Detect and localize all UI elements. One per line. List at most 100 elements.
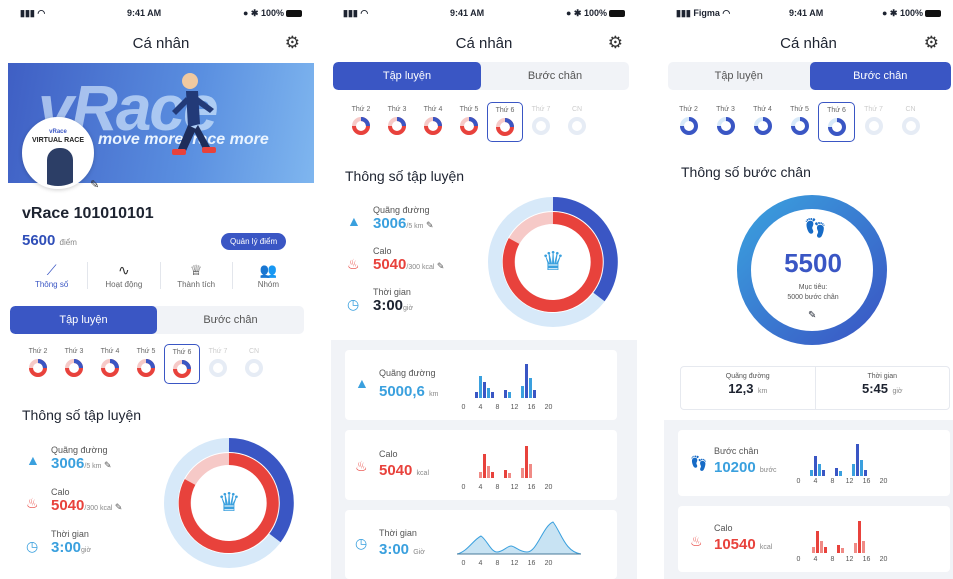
steps-goal-value: 5000 bước chân bbox=[787, 294, 839, 301]
stat-distance: Quãng đường 3006/5 km ✎ bbox=[373, 205, 434, 232]
edit-pencil-icon[interactable]: ✎ bbox=[104, 460, 112, 470]
steps-goal-label: Mục tiêu: bbox=[798, 284, 828, 291]
calo-histogram bbox=[479, 442, 533, 478]
day-mon[interactable]: Thứ 2 bbox=[343, 102, 379, 142]
calo-histogram bbox=[812, 517, 866, 553]
tab-training[interactable]: Tập luyện bbox=[10, 306, 157, 334]
nav-stats[interactable]: ⟋ Thông số bbox=[16, 262, 89, 289]
tab-training[interactable]: Tập luyện bbox=[333, 62, 481, 90]
calo-axis: 0 4 8 12 16 20 bbox=[796, 556, 888, 563]
card-calo-label: Calo bbox=[379, 449, 398, 459]
footprint-icon: 👣 bbox=[804, 218, 827, 238]
group-icon: 👥 bbox=[259, 262, 278, 278]
battery-status: ● ✱ 100% bbox=[566, 8, 625, 19]
phone-screen-profile: ▮▮▮ ◠ 9:41 AM ● ✱ 100% Cá nhân ⚙ vRace m… bbox=[8, 0, 314, 579]
tab-training[interactable]: Tập luyện bbox=[668, 62, 810, 90]
edit-pencil-icon[interactable]: ✎ bbox=[115, 502, 123, 512]
clock-icon: ◷ bbox=[355, 535, 368, 551]
day-sun[interactable]: CN bbox=[892, 102, 929, 142]
tab-steps[interactable]: Bước chân bbox=[809, 62, 951, 90]
card-calo-value: 5040 kcal bbox=[379, 462, 429, 479]
trophy-icon: ♛ bbox=[217, 488, 240, 518]
stat-calo: Calo 5040/300 kcal ✎ bbox=[373, 246, 445, 273]
card-calo-value: 10540 kcal bbox=[714, 536, 773, 553]
day-fri[interactable]: Thứ 6 bbox=[818, 102, 855, 142]
fire-icon: ♨ bbox=[347, 256, 360, 272]
calo-axis: 0 4 8 12 16 20 bbox=[461, 484, 553, 491]
stat-distance: Quãng đường 3006/5 km ✎ bbox=[51, 445, 112, 472]
edit-pencil-icon[interactable]: ✎ bbox=[437, 261, 445, 271]
edit-avatar-pencil-icon[interactable]: ✎ bbox=[90, 178, 99, 191]
day-mon[interactable]: Thứ 2 bbox=[20, 344, 56, 384]
day-mon[interactable]: Thứ 2 bbox=[670, 102, 707, 142]
day-sun[interactable]: CN bbox=[236, 344, 272, 384]
tab-steps[interactable]: Bước chân bbox=[481, 62, 629, 90]
nav-achievements[interactable]: ♕ Thành tích bbox=[161, 262, 233, 289]
footprint-icon: 👣 bbox=[690, 455, 708, 471]
battery-status: ● ✱ 100% bbox=[882, 8, 941, 19]
signal-wifi-icon: ▮▮▮ ◠ bbox=[343, 7, 369, 18]
nav-activity[interactable]: ∿ Hoạt động bbox=[88, 262, 161, 289]
section-title-steps: Thông số bước chân bbox=[681, 164, 811, 180]
signal-wifi-icon: ▮▮▮ ◠ bbox=[20, 7, 46, 18]
status-time: 9:41 AM bbox=[450, 8, 485, 18]
card-distance-label: Quãng đường bbox=[379, 368, 436, 378]
day-sat[interactable]: Thứ 7 bbox=[855, 102, 892, 142]
summary-distance: Quãng đường 12,3 km bbox=[681, 367, 816, 409]
runner-illustration bbox=[172, 73, 216, 155]
day-thu[interactable]: Thứ 5 bbox=[781, 102, 818, 142]
weekday-selector: Thứ 2 Thứ 3 Thứ 4 Thứ 5 Thứ 6 Thứ 7 CN bbox=[343, 102, 595, 142]
trophy-icon: ♕ bbox=[189, 262, 203, 278]
steps-histogram bbox=[810, 440, 868, 476]
day-tue[interactable]: Thứ 3 bbox=[56, 344, 92, 384]
nav-groups[interactable]: 👥 Nhóm bbox=[233, 262, 304, 289]
page-title: Cá nhân bbox=[455, 34, 513, 52]
status-bar: ▮▮▮ Figma ◠ 9:41 AM ● ✱ 100% bbox=[664, 0, 953, 26]
clock-icon: ◷ bbox=[347, 296, 360, 312]
day-sat[interactable]: Thứ 7 bbox=[200, 344, 236, 384]
day-wed[interactable]: Thứ 4 bbox=[92, 344, 128, 384]
training-progress-ring: ♛ bbox=[164, 438, 294, 568]
day-sun[interactable]: CN bbox=[559, 102, 595, 142]
card-distance-value: 5000,6 km bbox=[379, 383, 439, 400]
avatar[interactable]: vRace VIRTUAL RACE bbox=[22, 117, 94, 189]
card-calo-label: Calo bbox=[714, 523, 733, 533]
gear-icon[interactable]: ⚙ bbox=[608, 33, 623, 53]
points-value: 5600 điểm bbox=[22, 232, 77, 249]
fire-icon: ♨ bbox=[26, 495, 39, 511]
day-fri[interactable]: Thứ 6 bbox=[164, 344, 200, 384]
day-wed[interactable]: Thứ 4 bbox=[415, 102, 451, 142]
day-fri[interactable]: Thứ 6 bbox=[487, 102, 523, 142]
manage-points-button[interactable]: Quản lý điểm bbox=[221, 233, 287, 250]
user-name: vRace 101010101 bbox=[22, 205, 154, 222]
training-progress-ring: ♛ bbox=[488, 197, 618, 327]
tab-steps[interactable]: Bước chân bbox=[157, 306, 304, 334]
weekday-selector: Thứ 2 Thứ 3 Thứ 4 Thứ 5 Thứ 6 Thứ 7 CN bbox=[20, 344, 272, 384]
day-tue[interactable]: Thứ 3 bbox=[379, 102, 415, 142]
activity-icon: ∿ bbox=[118, 262, 130, 278]
section-title-training: Thông số tập luyện bbox=[345, 168, 465, 184]
status-time: 9:41 AM bbox=[127, 8, 162, 18]
status-bar: ▮▮▮ ◠ 9:41 AM ● ✱ 100% bbox=[8, 0, 314, 26]
day-thu[interactable]: Thứ 5 bbox=[128, 344, 164, 384]
status-time: 9:41 AM bbox=[789, 8, 824, 18]
gear-icon[interactable]: ⚙ bbox=[285, 33, 300, 53]
running-icon: ▲ bbox=[26, 452, 40, 468]
gear-icon[interactable]: ⚙ bbox=[924, 33, 939, 53]
day-wed[interactable]: Thứ 4 bbox=[744, 102, 781, 142]
section-title-training: Thông số tập luyện bbox=[22, 407, 142, 423]
tab-switch: Tập luyện Bước chân bbox=[333, 62, 629, 90]
stat-calo: Calo 5040/300 kcal ✎ bbox=[51, 487, 123, 514]
summary-time: Thời gian 5:45 giờ bbox=[861, 373, 903, 396]
steps-summary: Quãng đường 12,3 km Thời gian 5:45 giờ bbox=[680, 366, 950, 410]
day-sat[interactable]: Thứ 7 bbox=[523, 102, 559, 142]
trophy-icon: ♛ bbox=[541, 247, 564, 277]
day-thu[interactable]: Thứ 5 bbox=[451, 102, 487, 142]
weekday-selector: Thứ 2 Thứ 3 Thứ 4 Thứ 5 Thứ 6 Thứ 7 CN bbox=[670, 102, 929, 142]
card-time-label: Thời gian bbox=[379, 528, 417, 538]
fire-icon: ♨ bbox=[355, 458, 368, 474]
edit-pencil-icon[interactable]: ✎ bbox=[426, 220, 434, 230]
day-tue[interactable]: Thứ 3 bbox=[707, 102, 744, 142]
nav-bar: Cá nhân ⚙ bbox=[664, 26, 953, 60]
edit-pencil-icon[interactable]: ✎ bbox=[808, 310, 816, 321]
